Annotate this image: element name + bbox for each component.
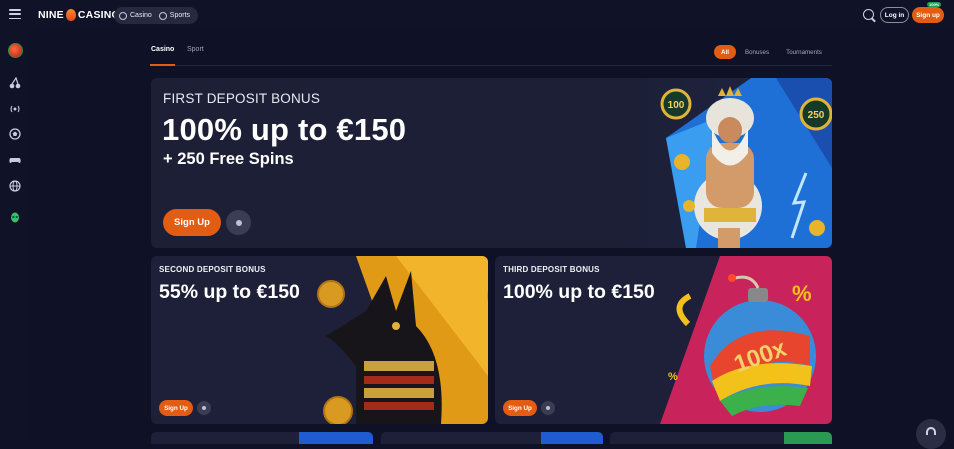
filter-all[interactable]: All bbox=[714, 45, 736, 59]
top-bar: NINE CASINO Casino Sports Log in Sign up… bbox=[0, 0, 954, 30]
svg-text:%: % bbox=[668, 371, 678, 383]
signup-button[interactable]: Sign up bbox=[912, 7, 944, 23]
soccer-ball-icon[interactable] bbox=[9, 128, 21, 140]
switch-casino-label: Casino bbox=[130, 12, 152, 19]
card3-subtitle: THIRD DEPOSIT BONUS bbox=[503, 265, 600, 274]
flame-icon bbox=[65, 9, 76, 21]
site-logo[interactable]: NINE CASINO bbox=[38, 9, 120, 21]
filter-bonuses[interactable]: Bonuses bbox=[740, 45, 774, 59]
first-deposit-card[interactable]: 100 250 FIRST DEPOSIT BONUS 100% up to €… bbox=[151, 78, 832, 248]
hero-subtitle: FIRST DEPOSIT BONUS bbox=[163, 91, 321, 106]
globe-icon[interactable] bbox=[9, 180, 21, 192]
card2-signup-button[interactable]: Sign Up bbox=[159, 400, 193, 416]
hero-signup-button[interactable]: Sign Up bbox=[163, 209, 221, 236]
logo-text-left: NINE bbox=[38, 9, 64, 21]
info-icon[interactable] bbox=[226, 210, 251, 235]
chip-100-text: 100 bbox=[668, 100, 685, 111]
info-icon[interactable] bbox=[197, 401, 211, 415]
card2-subtitle: SECOND DEPOSIT BONUS bbox=[159, 265, 266, 274]
card3-signup-button[interactable]: Sign Up bbox=[503, 400, 537, 416]
support-headset-icon[interactable] bbox=[916, 419, 946, 449]
info-icon[interactable] bbox=[541, 401, 555, 415]
promo-card-peek[interactable] bbox=[151, 432, 373, 444]
filter-tournaments[interactable]: Tournaments bbox=[779, 45, 829, 59]
login-button[interactable]: Log in bbox=[880, 7, 909, 23]
card2-title: 55% up to €150 bbox=[159, 281, 300, 303]
switch-sports-label: Sports bbox=[169, 12, 191, 19]
third-deposit-card[interactable]: 100x % % THIRD DEPOSIT BONUS 100% up to … bbox=[495, 256, 832, 424]
svg-text:%: % bbox=[792, 281, 812, 306]
bomb-illustration: 100x % % bbox=[660, 256, 832, 424]
live-broadcast-icon[interactable] bbox=[9, 103, 21, 115]
hero-free-spins: + 250 Free Spins bbox=[163, 150, 294, 168]
content-tabs: Casino Sport All Bonuses Tournaments bbox=[149, 40, 832, 66]
signup-badge: 100% bbox=[927, 2, 942, 7]
chip-250-text: 250 bbox=[808, 110, 825, 121]
alien-icon[interactable] bbox=[9, 212, 21, 224]
anubis-illustration bbox=[317, 256, 488, 424]
tab-sport[interactable]: Sport bbox=[187, 46, 204, 53]
cherries-icon bbox=[119, 11, 127, 20]
promo-card-peek[interactable] bbox=[610, 432, 832, 444]
tab-casino[interactable]: Casino bbox=[149, 46, 176, 66]
roulette-icon[interactable] bbox=[7, 42, 23, 58]
second-deposit-card[interactable]: SECOND DEPOSIT BONUS 55% up to €150 Sign… bbox=[151, 256, 488, 424]
sidebar bbox=[0, 30, 31, 441]
hero-title: 100% up to €150 bbox=[162, 112, 407, 147]
hamburger-icon[interactable] bbox=[9, 9, 21, 19]
search-icon[interactable] bbox=[863, 9, 874, 20]
zeus-illustration: 100 250 bbox=[660, 78, 832, 248]
promo-card-peek[interactable] bbox=[381, 432, 603, 444]
soccer-ball-icon bbox=[158, 11, 167, 20]
gamepad-icon[interactable] bbox=[9, 154, 21, 166]
casino-sports-switch: Casino Sports bbox=[114, 7, 198, 24]
switch-casino[interactable]: Casino bbox=[119, 11, 152, 20]
card3-title: 100% up to €150 bbox=[503, 281, 655, 303]
cherries-icon[interactable] bbox=[9, 77, 21, 89]
switch-sports[interactable]: Sports bbox=[158, 11, 191, 20]
